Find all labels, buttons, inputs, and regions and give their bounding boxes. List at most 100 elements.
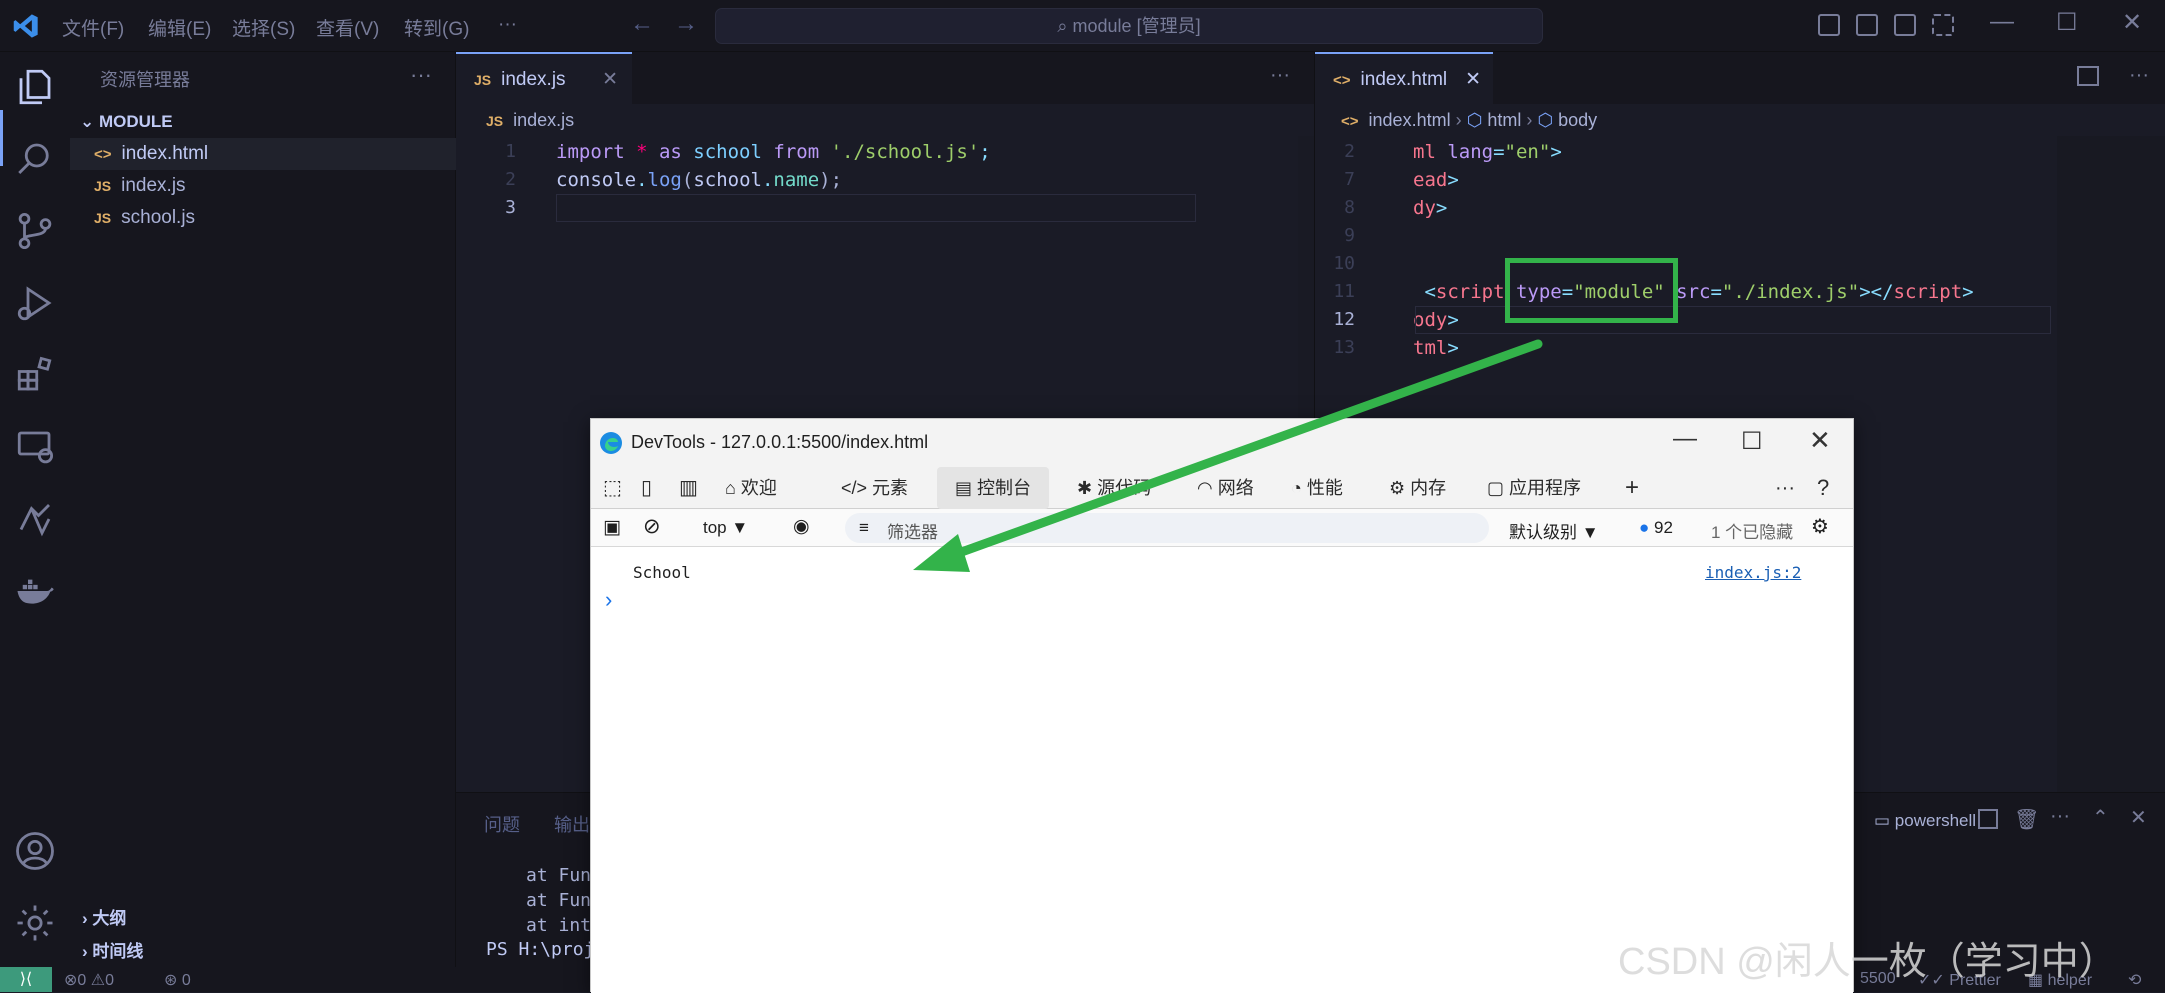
js-file-icon: JS	[486, 113, 504, 129]
more-actions-icon[interactable]: ···	[410, 62, 432, 88]
tab-performance[interactable]: ◔ 性能	[1291, 467, 1343, 509]
maximize-icon[interactable]: ☐	[1741, 427, 1763, 456]
sidebar-toggle-icon[interactable]: ▣	[603, 516, 621, 539]
minimize-icon[interactable]: —	[1673, 425, 1697, 453]
run-debug-icon[interactable]	[14, 282, 56, 324]
live-expression-eye-icon[interactable]: ◉	[793, 515, 810, 538]
tab-memory[interactable]: ⚙ 内存	[1389, 467, 1446, 509]
html-file-icon: <>	[94, 146, 112, 163]
close-tab-icon[interactable]: ✕	[602, 54, 618, 106]
outline-section[interactable]: › 大纲	[82, 904, 126, 929]
remote-indicator-icon[interactable]: ⟩⟨	[0, 967, 52, 992]
ports-status[interactable]: ⊛ 0	[164, 970, 191, 990]
folder-header[interactable]: ⌄ MODULE	[80, 112, 173, 132]
tab-welcome[interactable]: ⌂ 欢迎	[725, 467, 777, 509]
device-toolbar-icon[interactable]: ▯	[641, 467, 652, 509]
maximize-icon[interactable]: ☐	[2056, 8, 2078, 37]
toggle-sidebar-icon[interactable]	[1818, 14, 1840, 36]
problems-status[interactable]: ⊗0 ⚠0	[64, 970, 114, 990]
code-token: ;	[979, 141, 991, 163]
tab-index-js[interactable]: JS index.js ✕	[456, 52, 632, 104]
line-number: 2	[1344, 141, 1355, 162]
docker-icon[interactable]	[14, 570, 56, 612]
inspect-element-icon[interactable]: ⬚	[603, 467, 622, 509]
split-terminal-icon[interactable]	[1978, 809, 1998, 829]
code-token: ml	[1413, 141, 1448, 163]
breadcrumb-file: index.html	[1368, 110, 1451, 130]
minimize-icon[interactable]: —	[1990, 8, 2014, 36]
file-item-index-js[interactable]: JS index.js	[70, 170, 456, 202]
tab-console[interactable]: ▤ 控制台	[937, 467, 1050, 509]
close-panel-icon[interactable]: ✕	[2130, 805, 2147, 830]
help-icon[interactable]: ?	[1817, 467, 1829, 509]
tab-network[interactable]: ◠ 网络	[1197, 467, 1254, 509]
breadcrumb[interactable]: JS index.js	[486, 110, 574, 131]
menu-more[interactable]: ···	[498, 14, 517, 36]
more-actions-icon[interactable]: ···	[2050, 805, 2070, 828]
add-tab-icon[interactable]: +	[1625, 467, 1639, 509]
remote-explorer-icon[interactable]	[14, 426, 56, 468]
filter-icon: ≡	[859, 518, 869, 537]
chevron-down-icon: ⌄	[80, 112, 95, 131]
issues-counter[interactable]: ● 92	[1639, 518, 1673, 538]
forward-arrow-icon[interactable]: →	[674, 10, 698, 37]
line-number: 2	[505, 169, 516, 190]
file-item-index-html[interactable]: <> index.html	[70, 138, 456, 170]
tab-console-label: 控制台	[977, 478, 1032, 498]
code-line: <script type="module" src="./index.js"><…	[1413, 278, 1973, 306]
tab-elements[interactable]: </> 元素	[841, 467, 908, 509]
breadcrumb[interactable]: <> index.html › ⬡ html › ⬡ body	[1341, 110, 1597, 131]
toggle-secondary-sidebar-icon[interactable]	[1894, 14, 1916, 36]
terminal-line: at Fun	[526, 865, 592, 886]
more-actions-icon[interactable]: ···	[2129, 64, 2149, 87]
clear-console-icon[interactable]: ⊘	[643, 514, 661, 539]
context-select[interactable]: top ▼	[703, 518, 748, 538]
console-prompt-icon[interactable]: ›	[605, 587, 612, 613]
close-icon[interactable]: ✕	[2122, 8, 2142, 37]
customize-layout-icon[interactable]	[1932, 14, 1954, 36]
search-icon[interactable]	[14, 138, 56, 180]
more-actions-icon[interactable]: ···	[1270, 64, 1290, 87]
file-name: index.html	[121, 143, 209, 164]
line-number: 3	[505, 197, 516, 218]
menu-selection[interactable]: 选择(S)	[232, 14, 295, 41]
menu-go[interactable]: 转到(G)	[404, 14, 469, 41]
trash-icon[interactable]: 🗑	[2014, 807, 2039, 832]
account-icon[interactable]	[14, 830, 56, 872]
dock-side-icon[interactable]: ▥	[679, 467, 698, 509]
log-level-select[interactable]: 默认级别 ▼	[1509, 518, 1599, 543]
code-token: .	[636, 169, 648, 191]
explorer-icon[interactable]	[14, 66, 56, 108]
minimap[interactable]	[2057, 136, 2165, 792]
tab-problems[interactable]: 问题	[484, 811, 520, 837]
source-control-icon[interactable]	[14, 210, 56, 252]
console-log-source-link[interactable]: index.js:2	[1705, 563, 1801, 582]
menu-view[interactable]: 查看(V)	[316, 14, 379, 41]
command-center[interactable]: ⌕ module [管理员]	[715, 8, 1543, 44]
home-icon: ⌂	[725, 478, 736, 498]
menu-edit[interactable]: 编辑(E)	[148, 14, 211, 41]
close-tab-icon[interactable]: ✕	[1465, 54, 1481, 106]
more-tools-icon[interactable]: ···	[1775, 467, 1795, 509]
filter-input[interactable]: ≡ 筛选器	[845, 513, 1489, 543]
menu-file[interactable]: 文件(F)	[62, 14, 124, 41]
timeline-section[interactable]: › 时间线	[82, 937, 143, 962]
terminal-name[interactable]: ▭ powershell	[1874, 811, 1976, 831]
back-arrow-icon[interactable]: ←	[630, 10, 654, 37]
file-item-school-js[interactable]: JS school.js	[70, 202, 456, 234]
js-file-icon: JS	[474, 72, 492, 88]
tab-output[interactable]: 输出	[554, 811, 590, 837]
split-editor-icon[interactable]	[2077, 66, 2099, 86]
tab-index-html[interactable]: <> index.html ✕	[1315, 52, 1493, 104]
gauge-icon: ◔	[1291, 478, 1302, 498]
notifications-icon[interactable]: ⟲	[2128, 970, 2141, 990]
live-share-icon[interactable]	[14, 498, 56, 540]
settings-gear-icon[interactable]	[14, 902, 56, 944]
tab-sources[interactable]: ✱ 源代码	[1077, 467, 1151, 509]
toggle-panel-icon[interactable]	[1856, 14, 1878, 36]
close-icon[interactable]: ✕	[1809, 425, 1831, 456]
console-settings-icon[interactable]: ⚙	[1811, 514, 1829, 539]
maximize-panel-icon[interactable]: ⌃	[2092, 805, 2109, 830]
extensions-icon[interactable]	[14, 354, 56, 396]
tab-application[interactable]: ▢ 应用程序	[1487, 467, 1581, 509]
